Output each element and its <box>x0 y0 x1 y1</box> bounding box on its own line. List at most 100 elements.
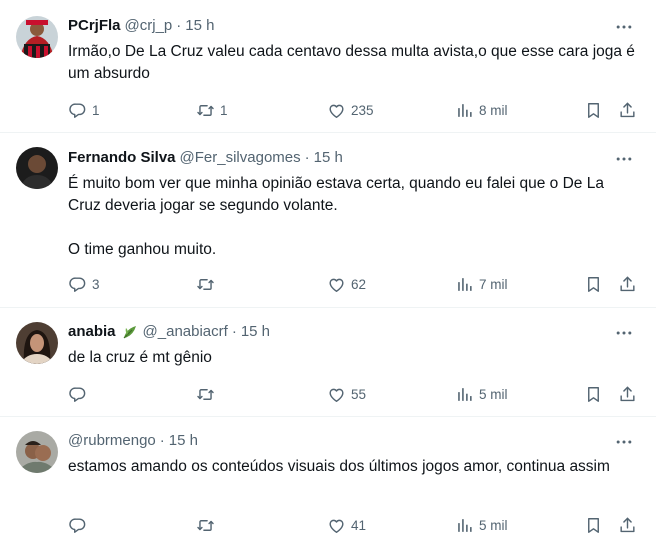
like-count: 235 <box>351 102 374 118</box>
views-button[interactable]: 7 mil <box>455 273 508 295</box>
heart-icon <box>327 101 346 120</box>
action-bar: 41 5 mil <box>0 514 656 536</box>
views-button[interactable]: 8 mil <box>455 99 508 121</box>
tweet-text: Irmão,o De La Cruz valeu cada centavo de… <box>68 41 638 85</box>
retweet-button[interactable] <box>196 383 220 405</box>
more-options-icon[interactable] <box>614 432 634 452</box>
tweet-text: estamos amando os conteúdos visuais dos … <box>68 456 638 478</box>
more-options-icon[interactable] <box>614 17 634 37</box>
share-button[interactable] <box>618 514 637 536</box>
reply-button[interactable]: 1 <box>68 99 100 121</box>
tweet-paragraph: Irmão,o De La Cruz valeu cada centavo de… <box>68 43 635 82</box>
analytics-icon <box>455 275 474 294</box>
tweet-paragraph: É muito bom ver que minha opinião estava… <box>68 175 604 214</box>
retweet-button[interactable] <box>196 514 220 536</box>
author-name[interactable]: anabia <box>68 322 116 342</box>
analytics-icon <box>455 516 474 535</box>
author-handle[interactable]: @crj_p <box>125 16 173 36</box>
tweet[interactable]: @rubrmengo · 15 h estamos amando os cont… <box>0 417 656 550</box>
bookmark-button[interactable] <box>584 99 603 121</box>
share-icon <box>618 275 637 294</box>
heart-icon <box>327 275 346 294</box>
separator-dot: · <box>231 323 237 340</box>
like-button[interactable]: 41 <box>327 514 366 536</box>
tweet[interactable]: PCrjFla @crj_p · 15 h Irmão,o De La Cruz… <box>0 0 656 133</box>
separator-dot: · <box>159 432 165 449</box>
reply-icon <box>68 385 87 404</box>
tweet-paragraph: de la cruz é mt gênio <box>68 349 212 366</box>
timestamp[interactable]: 15 h <box>169 431 198 451</box>
avatar[interactable] <box>16 147 58 189</box>
more-options-icon[interactable] <box>614 323 634 343</box>
like-count: 62 <box>351 276 367 292</box>
leaf-icon <box>121 323 139 341</box>
share-icon <box>618 385 637 404</box>
like-button[interactable]: 235 <box>327 99 374 121</box>
like-button[interactable]: 62 <box>327 273 366 295</box>
author-name[interactable]: PCrjFla <box>68 16 121 36</box>
separator-dot: · <box>176 17 182 34</box>
share-button[interactable] <box>618 99 637 121</box>
like-count: 41 <box>351 517 367 533</box>
bookmark-button[interactable] <box>584 514 603 536</box>
view-count: 7 mil <box>479 276 508 292</box>
like-button[interactable]: 55 <box>327 383 366 405</box>
reply-button[interactable] <box>68 514 92 536</box>
bookmark-icon <box>584 385 603 404</box>
analytics-icon <box>455 101 474 120</box>
reply-button[interactable]: 3 <box>68 273 100 295</box>
reply-button[interactable] <box>68 383 92 405</box>
tweet-paragraph: O time ganhou muito. <box>68 241 217 258</box>
tweet[interactable]: Fernando Silva @Fer_silvagomes · 15 h É … <box>0 133 656 308</box>
view-count: 8 mil <box>479 102 508 118</box>
retweet-icon <box>196 101 215 120</box>
retweet-count: 1 <box>220 102 228 118</box>
more-options-icon[interactable] <box>614 149 634 169</box>
author-handle[interactable]: @_anabiacrf <box>143 322 228 342</box>
tweet[interactable]: anabia @_anabiacrf · 15 h de la cruz é m… <box>0 308 656 417</box>
avatar[interactable] <box>16 322 58 364</box>
views-button[interactable]: 5 mil <box>455 514 508 536</box>
author-handle[interactable]: @rubrmengo <box>68 431 156 451</box>
bookmark-button[interactable] <box>584 383 603 405</box>
bookmark-button[interactable] <box>584 273 603 295</box>
reply-icon <box>68 101 87 120</box>
author-handle[interactable]: @Fer_silvagomes <box>180 148 301 168</box>
tweet-text: de la cruz é mt gênio <box>68 347 638 369</box>
retweet-icon <box>196 385 215 404</box>
bookmark-icon <box>584 275 603 294</box>
retweet-icon <box>196 275 215 294</box>
heart-icon <box>327 385 346 404</box>
reply-icon <box>68 275 87 294</box>
share-button[interactable] <box>618 383 637 405</box>
view-count: 5 mil <box>479 517 508 533</box>
avatar[interactable] <box>16 16 58 58</box>
tweet-text: É muito bom ver que minha opinião estava… <box>68 173 638 261</box>
heart-icon <box>327 516 346 535</box>
reply-icon <box>68 516 87 535</box>
author-name[interactable]: Fernando Silva <box>68 148 176 168</box>
timestamp[interactable]: 15 h <box>241 322 270 342</box>
separator-dot: · <box>304 149 310 166</box>
reply-count: 1 <box>92 102 100 118</box>
avatar[interactable] <box>16 431 58 473</box>
timestamp[interactable]: 15 h <box>314 148 343 168</box>
views-button[interactable]: 5 mil <box>455 383 508 405</box>
bookmark-icon <box>584 516 603 535</box>
action-bar: 55 5 mil <box>0 383 656 405</box>
reply-count: 3 <box>92 276 100 292</box>
view-count: 5 mil <box>479 386 508 402</box>
action-bar: 1 1 235 8 mil <box>0 99 656 121</box>
retweet-button[interactable]: 1 <box>196 99 228 121</box>
tweet-paragraph: estamos amando os conteúdos visuais dos … <box>68 458 610 475</box>
action-bar: 3 62 7 mil <box>0 273 656 295</box>
retweet-button[interactable] <box>196 273 220 295</box>
share-icon <box>618 101 637 120</box>
analytics-icon <box>455 385 474 404</box>
retweet-icon <box>196 516 215 535</box>
bookmark-icon <box>584 101 603 120</box>
like-count: 55 <box>351 386 367 402</box>
share-button[interactable] <box>618 273 637 295</box>
share-icon <box>618 516 637 535</box>
timestamp[interactable]: 15 h <box>185 16 214 36</box>
